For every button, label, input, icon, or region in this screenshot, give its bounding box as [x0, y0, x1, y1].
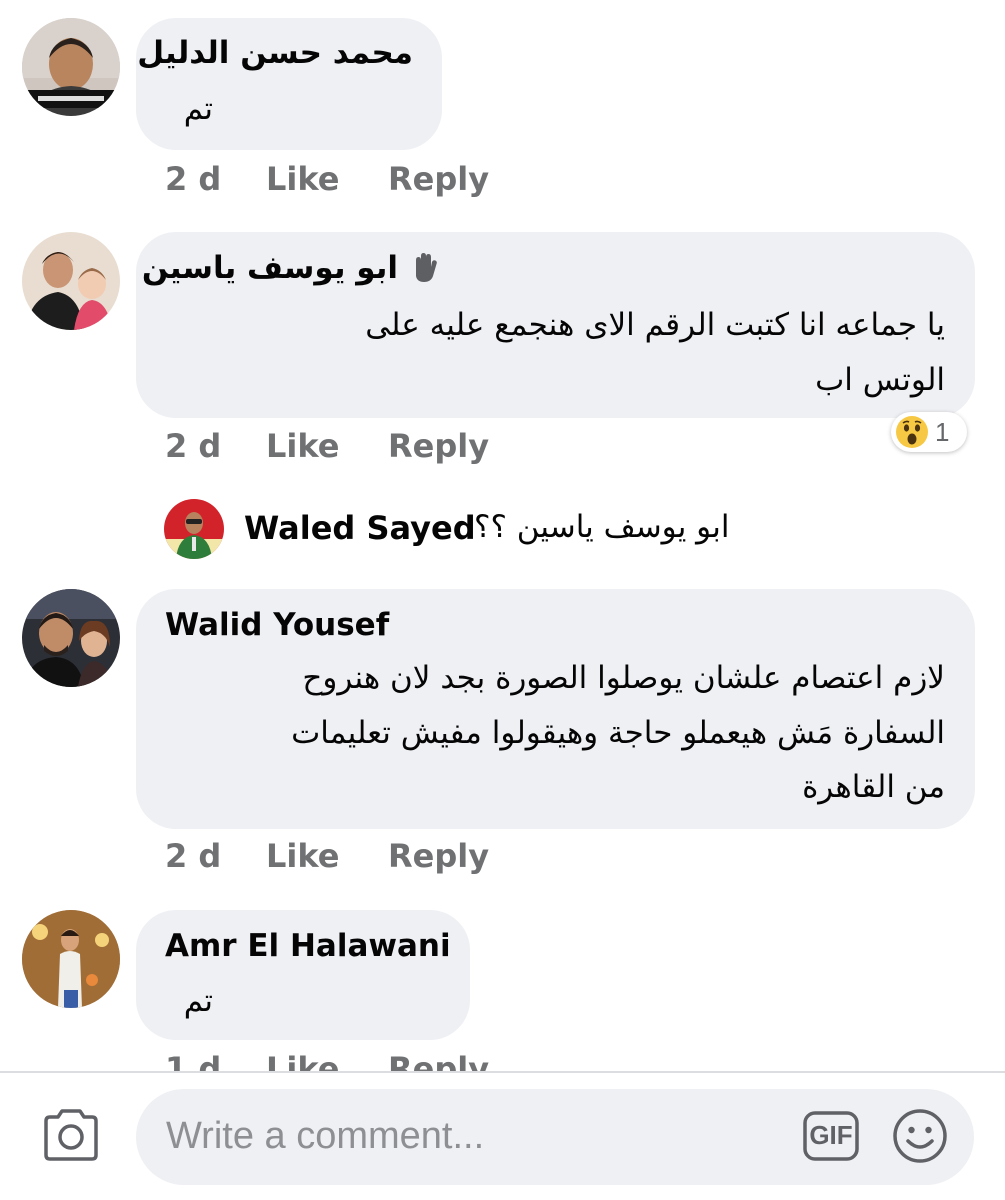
reply-button[interactable]: Reply — [388, 1053, 489, 1071]
comment-input[interactable]: Write a comment... GIF — [136, 1089, 974, 1185]
like-button[interactable]: Like — [266, 1053, 339, 1071]
smiley-icon[interactable] — [892, 1108, 948, 1164]
reply-text[interactable]: ابو يوسف ياسين ؟؟ — [474, 512, 729, 543]
reaction-count: 1 — [935, 416, 950, 447]
like-button[interactable]: Like — [266, 163, 339, 195]
comment-text: يا جماعه انا كتبت الرقم الاى هنجمع عليه … — [365, 307, 945, 343]
comment-text: تم — [183, 91, 213, 127]
comment-text: لازم اعتصام علشان يوصلوا الصورة بجد لان … — [302, 660, 945, 696]
comment-author-name[interactable]: ابو يوسف ياسين — [142, 253, 398, 284]
gif-button[interactable]: GIF — [802, 1109, 860, 1163]
comment-author-name[interactable]: Walid Yousef — [165, 610, 389, 641]
reply-author-name[interactable]: Waled Sayed — [244, 512, 476, 544]
comment-actions-clip: 1 d Like Reply — [0, 1050, 1005, 1071]
reaction-summary[interactable]: 1 — [891, 412, 967, 452]
comment-text: من القاهرة — [802, 769, 945, 805]
comment-text: الوتس اب — [815, 362, 945, 398]
reply-button[interactable]: Reply — [388, 430, 489, 462]
like-button[interactable]: Like — [266, 430, 339, 462]
gif-label: GIF — [809, 1120, 853, 1150]
comment-input-placeholder: Write a comment... — [166, 1115, 485, 1157]
comment-timestamp[interactable]: 1 d — [165, 1053, 221, 1071]
waving-hand-icon — [408, 250, 442, 284]
avatar[interactable] — [22, 18, 120, 116]
camera-icon[interactable] — [40, 1107, 102, 1163]
comment-timestamp[interactable]: 2 d — [165, 430, 221, 462]
comment-timestamp[interactable]: 2 d — [165, 840, 221, 872]
comment-timestamp[interactable]: 2 d — [165, 163, 221, 195]
comment-author-name[interactable]: Amr El Halawani — [165, 931, 451, 962]
comment-composer: Write a comment... GIF — [0, 1071, 1005, 1200]
comment-text: السفارة مَش هيعملو حاجة وهيقولوا مفيش تع… — [291, 715, 945, 751]
avatar[interactable] — [22, 232, 120, 330]
reply-button[interactable]: Reply — [388, 840, 489, 872]
reply-avatar[interactable] — [164, 499, 224, 559]
reply-button[interactable]: Reply — [388, 163, 489, 195]
wow-emoji-icon — [895, 415, 929, 449]
avatar[interactable] — [22, 589, 120, 687]
like-button[interactable]: Like — [266, 840, 339, 872]
avatar[interactable] — [22, 910, 120, 1008]
comment-text: تم — [183, 983, 213, 1019]
comment-author-name[interactable]: محمد حسن الدليل — [137, 38, 413, 69]
